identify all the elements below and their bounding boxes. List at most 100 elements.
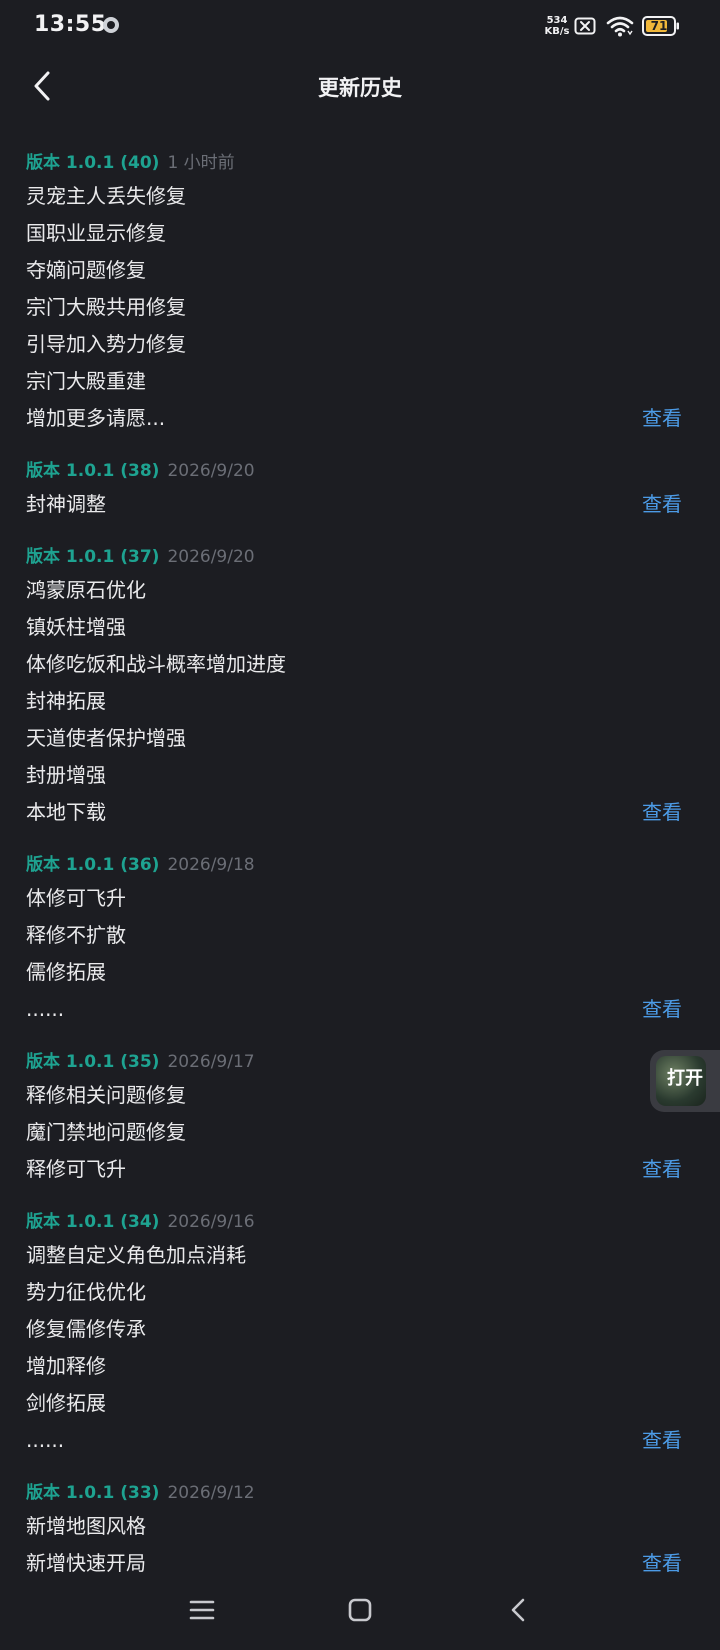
network-speed-value: 534 <box>546 15 568 26</box>
triangle-back-icon <box>511 1598 525 1622</box>
square-home-icon <box>348 1598 372 1622</box>
change-item: 封神拓展 <box>26 683 682 720</box>
change-text: 封神拓展 <box>26 689 106 713</box>
view-details-link[interactable]: 查看 <box>642 991 682 1028</box>
change-item: 儒修拓展 <box>26 954 682 991</box>
wifi-icon <box>606 16 634 37</box>
version-header: 版本 1.0.1 (33) 2026/9/12 <box>26 1478 682 1508</box>
change-item: ...... 查看 <box>26 1422 682 1459</box>
change-text: ...... <box>26 997 65 1021</box>
change-item: 天道使者保护增强 <box>26 720 682 757</box>
nav-menu-button[interactable] <box>182 1590 222 1630</box>
change-text: 封册增强 <box>26 763 106 787</box>
change-item: 夺嫡问题修复 <box>26 252 682 289</box>
version-block: 版本 1.0.1 (33) 2026/9/12 新增地图风格新增快速开局 查看 <box>0 1478 720 1572</box>
change-item: 增加更多请愿... 查看 <box>26 400 682 437</box>
version-header: 版本 1.0.1 (38) 2026/9/20 <box>26 456 682 486</box>
change-item: 宗门大殿共用修复 <box>26 289 682 326</box>
version-header: 版本 1.0.1 (40) 1 小时前 <box>26 148 682 178</box>
version-block: 版本 1.0.1 (34) 2026/9/16 调整自定义角色加点消耗势力征伐优化修… <box>0 1207 720 1459</box>
status-bar: 13:55 534 KB/s 71 <box>0 0 720 54</box>
floating-open-button[interactable]: 打开 <box>650 1050 720 1112</box>
network-speed-unit: KB/s <box>544 26 570 37</box>
change-text: 体修可飞升 <box>26 886 126 910</box>
change-text: 增加更多请愿... <box>26 406 166 430</box>
version-date: 2026/9/18 <box>167 855 255 875</box>
version-date: 2026/9/20 <box>167 547 255 567</box>
view-details-link[interactable]: 查看 <box>642 794 682 831</box>
change-item: 释修不扩散 <box>26 917 682 954</box>
no-sim-icon <box>574 17 596 35</box>
navigation-bar <box>0 1572 720 1650</box>
change-text: 封神调整 <box>26 492 106 516</box>
battery-icon: 71 <box>642 16 680 36</box>
change-text: 镇妖柱增强 <box>26 615 126 639</box>
change-text: 天道使者保护增强 <box>26 726 186 750</box>
change-item: 剑修拓展 <box>26 1385 682 1422</box>
change-item: 国职业显示修复 <box>26 215 682 252</box>
battery-level: 71 <box>650 19 668 33</box>
version-block: 版本 1.0.1 (35) 2026/9/17 释修相关问题修复 魔门禁地问题修复 释修… <box>0 1047 720 1188</box>
change-text: 剑修拓展 <box>26 1391 106 1415</box>
notification-app-icon <box>103 17 119 33</box>
version-header: 版本 1.0.1 (37) 2026/9/20 <box>26 542 682 572</box>
change-item: 新增快速开局 查看 <box>26 1545 682 1572</box>
change-text: 释修可飞升 <box>26 1157 126 1181</box>
view-details-link[interactable]: 查看 <box>642 486 682 523</box>
change-item: 势力征伐优化 <box>26 1274 682 1311</box>
version-date: 1 小时前 <box>167 153 235 173</box>
version-header: 版本 1.0.1 (36) 2026/9/18 <box>26 850 682 880</box>
version-date: 2026/9/16 <box>167 1212 255 1232</box>
nav-back-button[interactable] <box>498 1590 538 1630</box>
version-date: 2026/9/12 <box>167 1483 255 1503</box>
version-label: 版本 1.0.1 (40) <box>26 153 160 173</box>
change-text: 释修相关问题修复 <box>26 1083 186 1107</box>
version-header: 版本 1.0.1 (35) 2026/9/17 <box>26 1047 682 1077</box>
change-text: 鸿蒙原石优化 <box>26 578 146 602</box>
version-block: 版本 1.0.1 (40) 1 小时前 灵宠主人丢失修复 国职业显示修复 夺嫡问题修复宗… <box>0 148 720 437</box>
version-history-list[interactable]: 版本 1.0.1 (40) 1 小时前 灵宠主人丢失修复 国职业显示修复 夺嫡问题修复宗… <box>0 148 720 1572</box>
version-label: 版本 1.0.1 (33) <box>26 1483 160 1503</box>
status-time: 13:55 <box>34 12 107 37</box>
change-text: ...... <box>26 1428 65 1452</box>
change-text: 国职业显示修复 <box>26 221 166 245</box>
view-details-link[interactable]: 查看 <box>642 1151 682 1188</box>
change-item: 引导加入势力修复 <box>26 326 682 363</box>
change-text: 新增地图风格 <box>26 1514 146 1538</box>
version-date: 2026/9/20 <box>167 461 255 481</box>
change-text: 本地下载 <box>26 800 106 824</box>
nav-home-button[interactable] <box>340 1590 380 1630</box>
change-item: 调整自定义角色加点消耗 <box>26 1237 682 1274</box>
floating-open-label: 打开 <box>667 1068 703 1089</box>
network-speed: 534 KB/s <box>542 15 572 37</box>
version-label: 版本 1.0.1 (36) <box>26 855 160 875</box>
change-item: 鸿蒙原石优化 <box>26 572 682 609</box>
change-item: 镇妖柱增强 <box>26 609 682 646</box>
page-title: 更新历史 <box>318 76 402 100</box>
change-text: 宗门大殿共用修复 <box>26 295 186 319</box>
version-label: 版本 1.0.1 (34) <box>26 1212 160 1232</box>
version-label: 版本 1.0.1 (35) <box>26 1052 160 1072</box>
view-details-link[interactable]: 查看 <box>642 1422 682 1459</box>
change-text: 灵宠主人丢失修复 <box>26 184 186 208</box>
change-item: 封神调整 查看 <box>26 486 682 523</box>
version-block: 版本 1.0.1 (38) 2026/9/20 封神调整 查看 <box>0 456 720 523</box>
change-text: 魔门禁地问题修复 <box>26 1120 186 1144</box>
change-item: ...... 查看 <box>26 991 682 1028</box>
change-item: 增加释修 <box>26 1348 682 1385</box>
change-item: 修复儒修传承 <box>26 1311 682 1348</box>
change-item: 封册增强 <box>26 757 682 794</box>
version-date: 2026/9/17 <box>167 1052 255 1072</box>
version-header: 版本 1.0.1 (34) 2026/9/16 <box>26 1207 682 1237</box>
change-text: 体修吃饭和战斗概率增加进度 <box>26 652 286 676</box>
change-item: 灵宠主人丢失修复 <box>26 178 682 215</box>
change-item: 宗门大殿重建 <box>26 363 682 400</box>
menu-icon <box>189 1600 215 1620</box>
version-block: 版本 1.0.1 (36) 2026/9/18 体修可飞升释修不扩散 儒修拓展....… <box>0 850 720 1028</box>
change-item: 释修相关问题修复 <box>26 1077 682 1114</box>
view-details-link[interactable]: 查看 <box>642 400 682 437</box>
change-text: 势力征伐优化 <box>26 1280 146 1304</box>
view-details-link[interactable]: 查看 <box>642 1545 682 1572</box>
version-label: 版本 1.0.1 (37) <box>26 547 160 567</box>
version-block: 版本 1.0.1 (37) 2026/9/20 鸿蒙原石优化 镇妖柱增强体修吃饭和战斗… <box>0 542 720 831</box>
